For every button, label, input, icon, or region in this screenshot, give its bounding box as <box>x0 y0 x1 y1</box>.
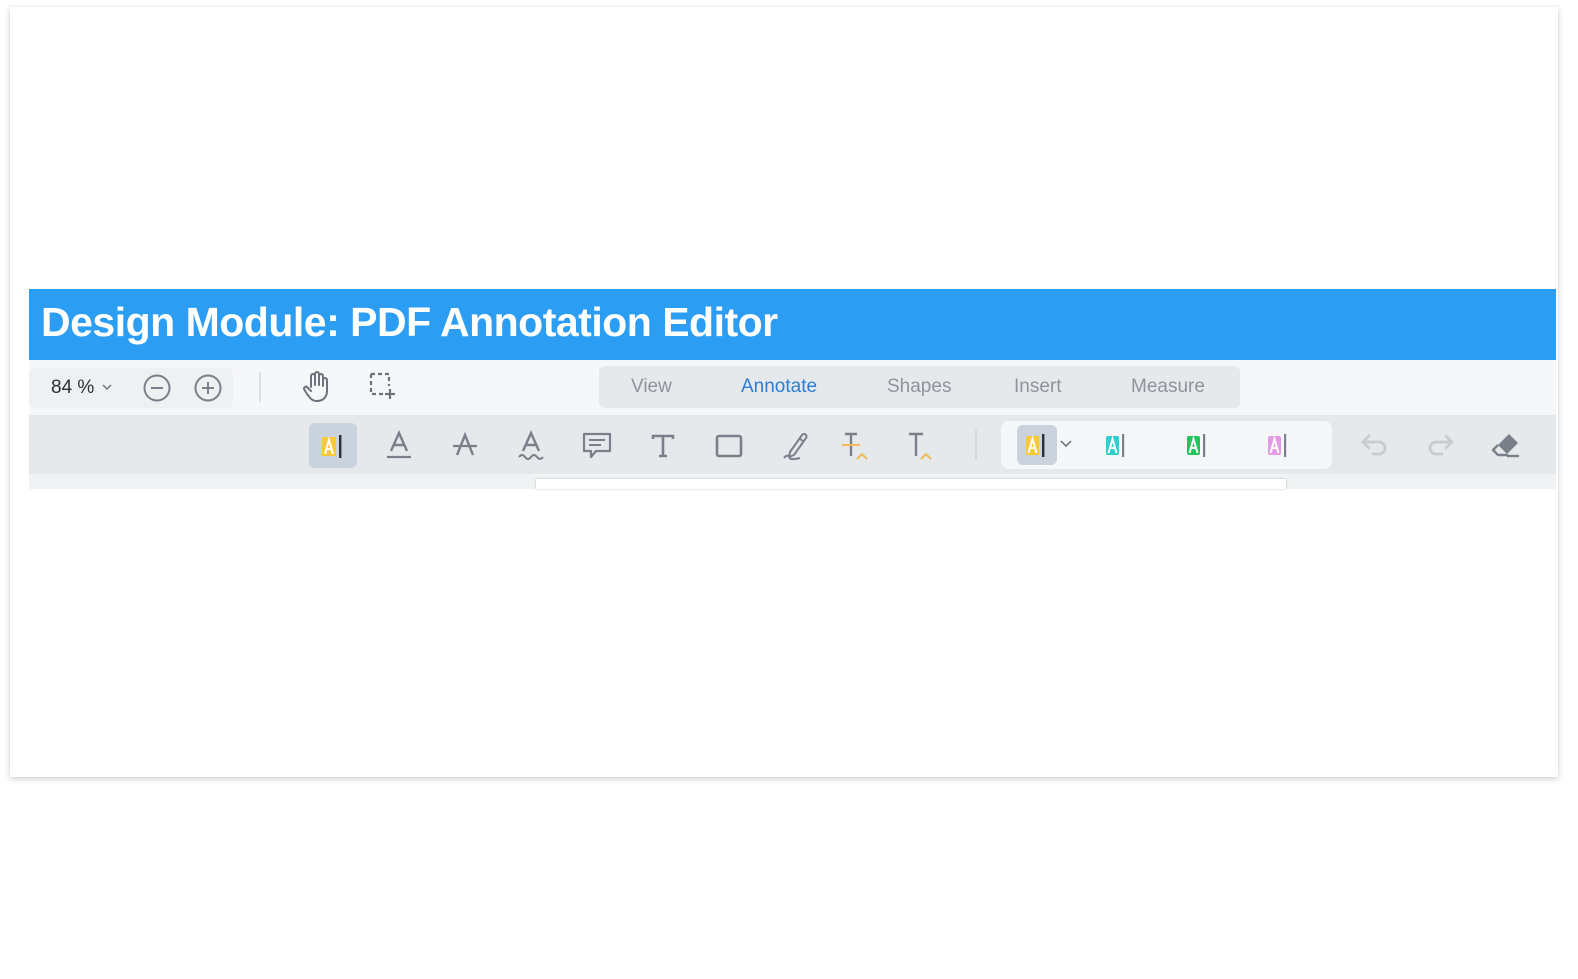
zoom-in-button[interactable] <box>193 373 223 403</box>
squiggly-tool-button[interactable] <box>507 423 555 468</box>
app-header: Design Module: PDF Annotation Editor <box>29 289 1556 360</box>
rectangle-icon <box>715 434 743 457</box>
color-swatch-yellow[interactable] <box>1017 425 1057 465</box>
replace-text-icon <box>842 432 868 460</box>
underline-text-icon <box>387 429 411 458</box>
pan-tool-button[interactable] <box>301 370 333 404</box>
highlight-text-icon <box>322 434 342 458</box>
pdf-page <box>536 479 1286 489</box>
color-swatch-pink[interactable] <box>1259 425 1299 465</box>
tab-view[interactable]: View <box>631 376 672 398</box>
hand-icon <box>303 371 328 402</box>
replace-text-tool-button[interactable] <box>831 423 879 468</box>
dashed-selection-plus-icon <box>369 372 395 399</box>
minus-circle-icon <box>143 374 171 402</box>
underline-tool-button[interactable] <box>375 423 423 468</box>
mode-tabs: View Annotate Shapes Insert Measure <box>599 366 1240 408</box>
highlight-pink-icon <box>1268 434 1287 457</box>
squiggly-underline-icon <box>518 429 544 460</box>
document-viewport <box>29 474 1556 489</box>
toolbar-divider <box>259 372 261 402</box>
zoom-out-button[interactable] <box>142 373 172 403</box>
chevron-down-icon[interactable] <box>1059 439 1073 449</box>
zoom-level-dropdown[interactable]: 84 % <box>51 377 94 399</box>
highlight-tool-button[interactable] <box>309 423 357 468</box>
highlight-green-icon <box>1187 434 1206 457</box>
tab-measure[interactable]: Measure <box>1131 376 1205 398</box>
strikeout-tool-button[interactable] <box>441 423 489 468</box>
insert-text-icon <box>909 432 932 460</box>
comment-icon <box>582 432 612 458</box>
page-title: Design Module: PDF Annotation Editor <box>41 299 778 345</box>
pen-icon <box>783 432 808 460</box>
highlight-color-picker <box>1001 421 1332 469</box>
rectangle-tool-button[interactable] <box>705 423 753 468</box>
undo-button[interactable] <box>1351 423 1399 468</box>
zoom-control: 84 % <box>29 368 233 408</box>
tab-annotate[interactable]: Annotate <box>741 376 817 398</box>
highlight-yellow-icon <box>1026 434 1045 457</box>
eraser-icon <box>1491 433 1519 457</box>
eraser-button[interactable] <box>1482 423 1530 468</box>
insert-text-tool-button[interactable] <box>897 423 945 468</box>
view-toolbar: 84 % View Annotate Shapes Insert Measure <box>29 360 1556 415</box>
text-tool-button[interactable] <box>639 423 687 468</box>
highlight-cyan-icon <box>1106 434 1125 457</box>
text-icon <box>651 434 675 457</box>
redo-icon <box>1428 434 1454 455</box>
undo-icon <box>1361 434 1387 455</box>
tab-insert[interactable]: Insert <box>1014 376 1062 398</box>
color-swatch-green[interactable] <box>1178 425 1218 465</box>
freehand-tool-button[interactable] <box>771 423 819 468</box>
toolbar-divider <box>975 430 977 460</box>
marquee-select-button[interactable] <box>367 370 399 402</box>
color-swatch-cyan[interactable] <box>1097 425 1137 465</box>
chevron-down-icon[interactable] <box>101 382 113 392</box>
annotate-toolbar <box>29 415 1556 474</box>
plus-circle-icon <box>194 374 222 402</box>
tab-shapes[interactable]: Shapes <box>887 376 951 398</box>
comment-tool-button[interactable] <box>573 423 621 468</box>
redo-button[interactable] <box>1416 423 1464 468</box>
strikeout-text-icon <box>453 431 477 455</box>
